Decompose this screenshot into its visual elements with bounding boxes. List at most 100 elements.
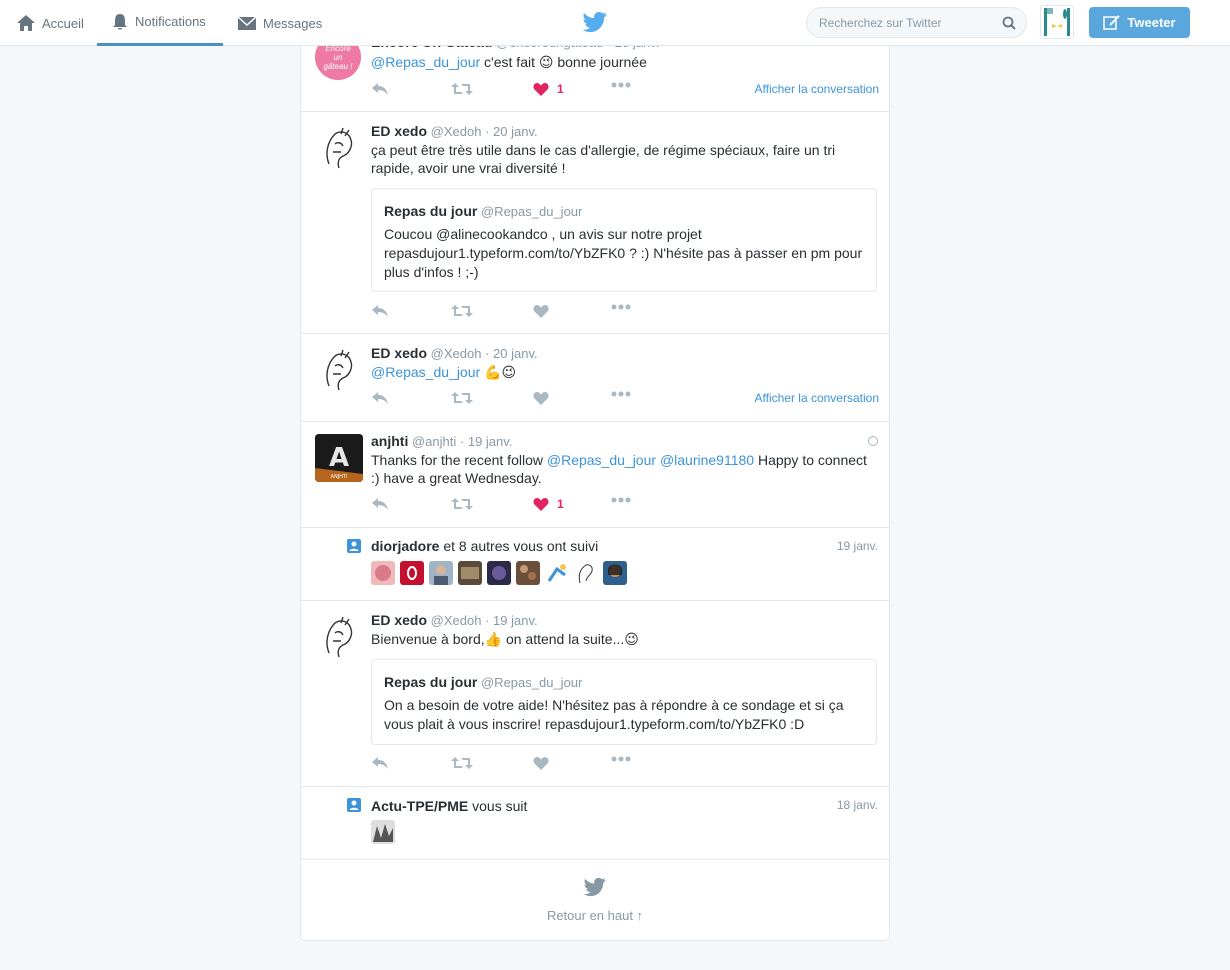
tweet-author-handle[interactable]: @Xedoh xyxy=(431,124,482,139)
retweet-button[interactable] xyxy=(451,391,473,405)
profile-avatar[interactable] xyxy=(1040,5,1074,39)
tweet-date[interactable]: 20 janv. xyxy=(493,346,538,361)
retweet-button[interactable] xyxy=(451,304,473,318)
mention-link[interactable]: @laurine91180 xyxy=(660,452,754,468)
tweet-text: Bienvenue à bord,👍 on attend la suite...… xyxy=(371,631,639,647)
tweet-actions xyxy=(371,304,879,322)
restaurant-logo-icon xyxy=(1044,8,1070,36)
show-conversation-link[interactable]: Afficher la conversation xyxy=(754,391,879,405)
avatar-ed-xedo[interactable] xyxy=(315,613,363,661)
retweet-icon xyxy=(451,757,473,769)
envelope-icon xyxy=(237,16,257,30)
heart-icon xyxy=(533,83,549,96)
nav-notifications[interactable]: Notifications xyxy=(97,0,223,46)
tweet-author-handle[interactable]: @Xedoh xyxy=(431,613,482,628)
like-button[interactable] xyxy=(533,756,549,770)
follower-avatar[interactable] xyxy=(371,820,395,844)
follower-name[interactable]: diorjadore xyxy=(371,538,439,554)
tweet-author-handle[interactable]: @Xedoh xyxy=(431,346,482,361)
more-button[interactable] xyxy=(611,497,631,503)
like-button[interactable] xyxy=(533,391,549,405)
more-button[interactable] xyxy=(611,756,631,762)
avatar-ed-xedo[interactable] xyxy=(315,124,363,172)
mention-link[interactable]: @Repas_du_jour xyxy=(371,54,480,70)
follower-avatar[interactable] xyxy=(516,561,540,585)
person-icon xyxy=(347,798,361,812)
search-input[interactable] xyxy=(819,15,1002,30)
notifications-stream: Encore un gâteau ! Encore Un Gateau @enc… xyxy=(300,0,890,941)
tweet-actions xyxy=(371,756,879,774)
tweet-item[interactable]: ED xedo @Xedoh · 20 janv. @Repas_du_jour… xyxy=(301,334,889,422)
home-icon xyxy=(17,15,35,31)
tweet-author-name[interactable]: ED xedo xyxy=(371,345,427,361)
ellipsis-icon xyxy=(611,391,631,397)
follow-notification[interactable]: Actu-TPE/PME vous suit 18 janv. xyxy=(301,787,889,860)
nav-home[interactable]: Accueil xyxy=(2,0,98,46)
globe-icon xyxy=(868,436,878,446)
more-button[interactable] xyxy=(611,391,631,397)
reply-button[interactable] xyxy=(371,82,389,96)
twitter-bird-icon[interactable] xyxy=(583,11,607,33)
ellipsis-icon xyxy=(611,304,631,310)
tweet-date[interactable]: 19 janv. xyxy=(493,613,538,628)
tweet-author-name[interactable]: ED xedo xyxy=(371,123,427,139)
tweet-item[interactable]: A ANJHTI anjhti @anjhti · 19 janv. Thank… xyxy=(301,422,889,528)
like-button[interactable] xyxy=(533,304,549,318)
reply-button[interactable] xyxy=(371,756,389,770)
like-button[interactable]: 1 xyxy=(533,82,564,96)
tweet-button[interactable]: Tweeter xyxy=(1089,7,1190,38)
back-to-top-link[interactable]: Retour en haut ↑ xyxy=(301,908,889,923)
tweet-date[interactable]: 19 janv. xyxy=(468,434,513,449)
person-icon xyxy=(347,539,361,553)
tweet-button-label: Tweeter xyxy=(1127,15,1176,30)
reply-icon xyxy=(372,83,388,95)
tweet-text: ça peut être très utile dans le cas d'al… xyxy=(371,142,836,176)
mention-link[interactable]: @Repas_du_jour xyxy=(371,364,480,380)
quoted-author-name: Repas du jour xyxy=(384,203,478,219)
quoted-author-handle: @Repas_du_jour xyxy=(480,204,583,219)
tweet-author-name[interactable]: ED xedo xyxy=(371,612,427,628)
tweet-text: @Repas_du_jour 💪😉 xyxy=(371,364,517,380)
heart-icon xyxy=(533,392,549,405)
retweet-button[interactable] xyxy=(451,756,473,770)
tweet-author-handle[interactable]: @anjhti xyxy=(412,434,456,449)
nav-messages[interactable]: Messages xyxy=(223,0,336,46)
quoted-tweet[interactable]: Repas du jour @Repas_du_jour On a besoin… xyxy=(371,659,877,745)
retweet-button[interactable] xyxy=(451,497,473,511)
search-icon[interactable] xyxy=(1002,16,1016,30)
anjhti-logo-letter: A xyxy=(329,443,349,473)
reply-icon xyxy=(372,757,388,769)
tweet-author-name[interactable]: anjhti xyxy=(371,433,408,449)
quoted-tweet[interactable]: Repas du jour @Repas_du_jour Coucou @ali… xyxy=(371,188,877,292)
heart-icon xyxy=(533,498,549,511)
more-button[interactable] xyxy=(611,304,631,310)
show-conversation-link[interactable]: Afficher la conversation xyxy=(754,82,879,96)
tweet-item[interactable]: ED xedo @Xedoh · 19 janv. Bienvenue à bo… xyxy=(301,601,889,787)
avatar-badge-text: Encore un gâteau ! xyxy=(323,43,353,71)
follower-avatar[interactable] xyxy=(400,561,424,585)
follower-avatar[interactable] xyxy=(371,561,395,585)
follower-avatar[interactable] xyxy=(458,561,482,585)
like-button[interactable]: 1 xyxy=(533,497,564,511)
avatar-ed-xedo[interactable] xyxy=(315,346,363,394)
more-button[interactable] xyxy=(611,82,631,88)
follower-avatar[interactable] xyxy=(487,561,511,585)
tweet-item[interactable]: ED xedo @Xedoh · 20 janv. ça peut être t… xyxy=(301,112,889,334)
heart-icon xyxy=(533,757,549,770)
tweet-date[interactable]: 20 janv. xyxy=(493,124,538,139)
search-box[interactable] xyxy=(806,7,1027,38)
follower-avatar[interactable] xyxy=(574,561,598,585)
bell-icon xyxy=(113,13,127,29)
follower-name[interactable]: Actu-TPE/PME xyxy=(371,798,468,814)
reply-button[interactable] xyxy=(371,304,389,318)
follower-avatar[interactable] xyxy=(603,561,627,585)
reply-button[interactable] xyxy=(371,391,389,405)
reply-button[interactable] xyxy=(371,497,389,511)
sketch-avatar-icon xyxy=(326,616,353,658)
follower-avatar[interactable] xyxy=(429,561,453,585)
avatar-anjhti[interactable]: A ANJHTI xyxy=(315,434,363,482)
mention-link[interactable]: @Repas_du_jour xyxy=(547,452,656,468)
follow-notification[interactable]: diorjadore et 8 autres vous ont suivi 19… xyxy=(301,528,889,601)
retweet-button[interactable] xyxy=(451,82,473,96)
follower-avatar[interactable] xyxy=(545,561,569,585)
